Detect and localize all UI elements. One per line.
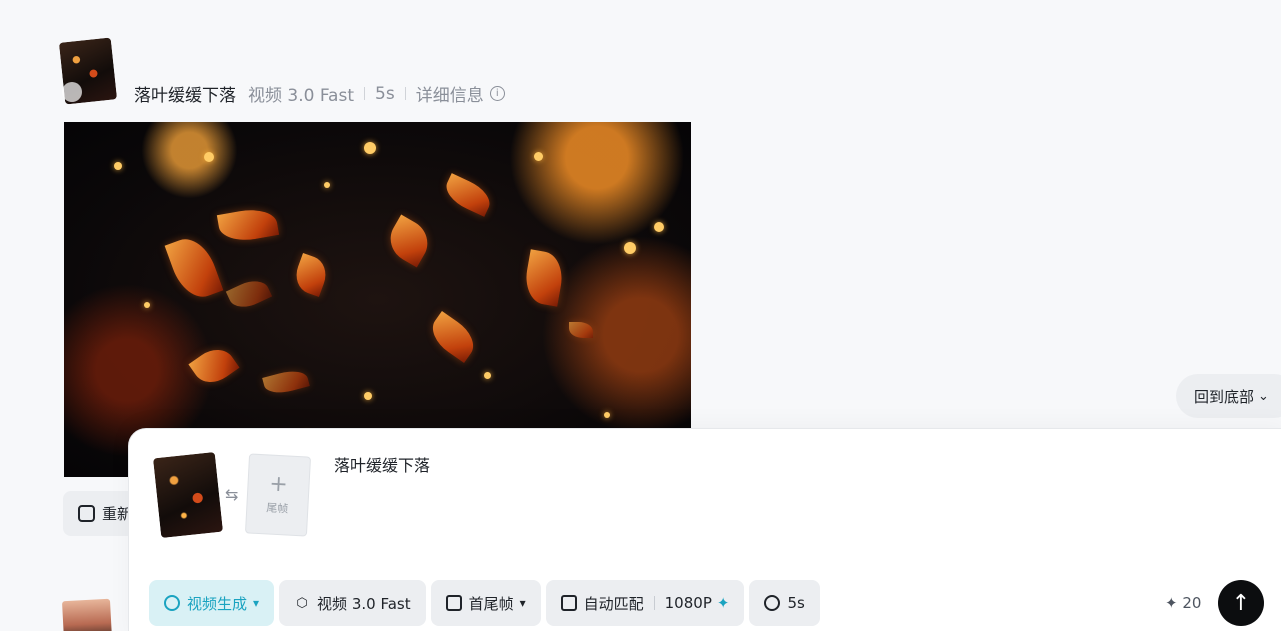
- leaf-shape: [569, 322, 593, 338]
- bokeh-spark: [114, 162, 122, 170]
- leaf-shape: [382, 214, 436, 268]
- bokeh-spark: [144, 302, 150, 308]
- divider: [364, 87, 366, 100]
- model-label: 视频 3.0 Fast: [248, 86, 355, 106]
- model-selector-label: 视频 3.0 Fast: [317, 594, 411, 613]
- cube-icon: ⬡: [296, 595, 308, 611]
- avatar: [62, 82, 82, 102]
- scroll-to-bottom-button[interactable]: 回到底部 ⌄: [1176, 374, 1281, 418]
- prompt-composer: ⇆ + 尾帧 落叶缓缓下落 视频生成 ▾ ⬡ 视频 3.0 Fast 首尾帧 ▾…: [128, 428, 1281, 631]
- leaf-shape: [262, 366, 310, 398]
- leaf-shape: [424, 310, 482, 364]
- scroll-to-bottom-label: 回到底部: [1194, 387, 1255, 406]
- duration-selector-label: 5s: [787, 594, 805, 612]
- duration-selector[interactable]: 5s: [749, 580, 820, 626]
- frames-selector[interactable]: 首尾帧 ▾: [430, 580, 541, 626]
- info-icon[interactable]: i: [489, 86, 505, 101]
- next-generation-thumbnail[interactable]: [61, 598, 113, 631]
- duration-label: 5s: [375, 83, 395, 104]
- leaf-shape: [216, 205, 280, 245]
- credits-cost: ✦ 20: [1165, 594, 1201, 612]
- leaf-shape: [164, 232, 224, 304]
- end-frame-upload[interactable]: + 尾帧: [244, 453, 312, 537]
- end-frame-label: 尾帧: [265, 501, 289, 516]
- ratio-label: 自动匹配: [583, 594, 644, 613]
- edit-icon: [78, 505, 95, 522]
- credits-value: 20: [1182, 594, 1202, 612]
- video-mode-icon: [164, 595, 180, 611]
- credit-icon: ✦: [1165, 594, 1178, 612]
- leaf-shape: [188, 341, 240, 391]
- model-selector[interactable]: ⬡ 视频 3.0 Fast: [279, 580, 426, 626]
- bokeh-spark: [364, 142, 376, 154]
- resolution-label: 1080P: [664, 594, 712, 612]
- composer-toolbar: 视频生成 ▾ ⬡ 视频 3.0 Fast 首尾帧 ▾ 自动匹配 1080P ✦ …: [149, 580, 820, 626]
- send-button[interactable]: ↑: [1218, 580, 1264, 626]
- mode-label: 视频生成: [187, 594, 248, 613]
- chevron-down-icon: ▾: [519, 596, 526, 610]
- bokeh-spark: [624, 242, 636, 254]
- frames-label: 首尾帧: [468, 594, 514, 613]
- first-frame-thumbnail[interactable]: [152, 451, 224, 539]
- divider: [404, 87, 406, 100]
- bokeh-spark: [654, 222, 664, 232]
- double-chevron-down-icon: ⌄: [1258, 388, 1269, 404]
- generation-title: 落叶缓缓下落: [134, 86, 236, 106]
- frames-icon: [445, 595, 462, 611]
- generated-video-preview[interactable]: [64, 122, 691, 477]
- chevron-down-icon: ▾: [253, 596, 260, 610]
- bokeh-spark: [534, 152, 543, 161]
- mode-selector[interactable]: 视频生成 ▾: [149, 580, 275, 626]
- divider: [653, 596, 655, 610]
- leaf-shape: [440, 173, 496, 217]
- leaf-shape: [290, 252, 332, 298]
- details-link[interactable]: 详细信息: [416, 81, 484, 106]
- swap-icon[interactable]: ⇆: [225, 485, 238, 504]
- generation-header: 落叶缓缓下落 视频 3.0 Fast 5s 详细信息 i: [58, 37, 762, 106]
- clock-icon: [764, 595, 781, 611]
- ratio-resolution-selector[interactable]: 自动匹配 1080P ✦: [545, 580, 745, 626]
- bokeh-spark: [204, 152, 214, 162]
- bokeh-spark: [364, 392, 372, 400]
- leaf-shape: [225, 274, 273, 314]
- plus-icon: +: [268, 471, 289, 498]
- leaf-shape: [521, 249, 567, 307]
- generation-title-row: 落叶缓缓下落 视频 3.0 Fast 5s 详细信息 i: [134, 81, 505, 106]
- ratio-icon: [560, 595, 577, 611]
- bokeh-spark: [324, 182, 330, 188]
- arrow-up-icon: ↑: [1231, 590, 1251, 616]
- prompt-input[interactable]: 落叶缓缓下落: [334, 452, 430, 476]
- bokeh-spark: [484, 372, 491, 379]
- bokeh-spark: [604, 412, 610, 418]
- sparkle-icon: ✦: [716, 594, 730, 612]
